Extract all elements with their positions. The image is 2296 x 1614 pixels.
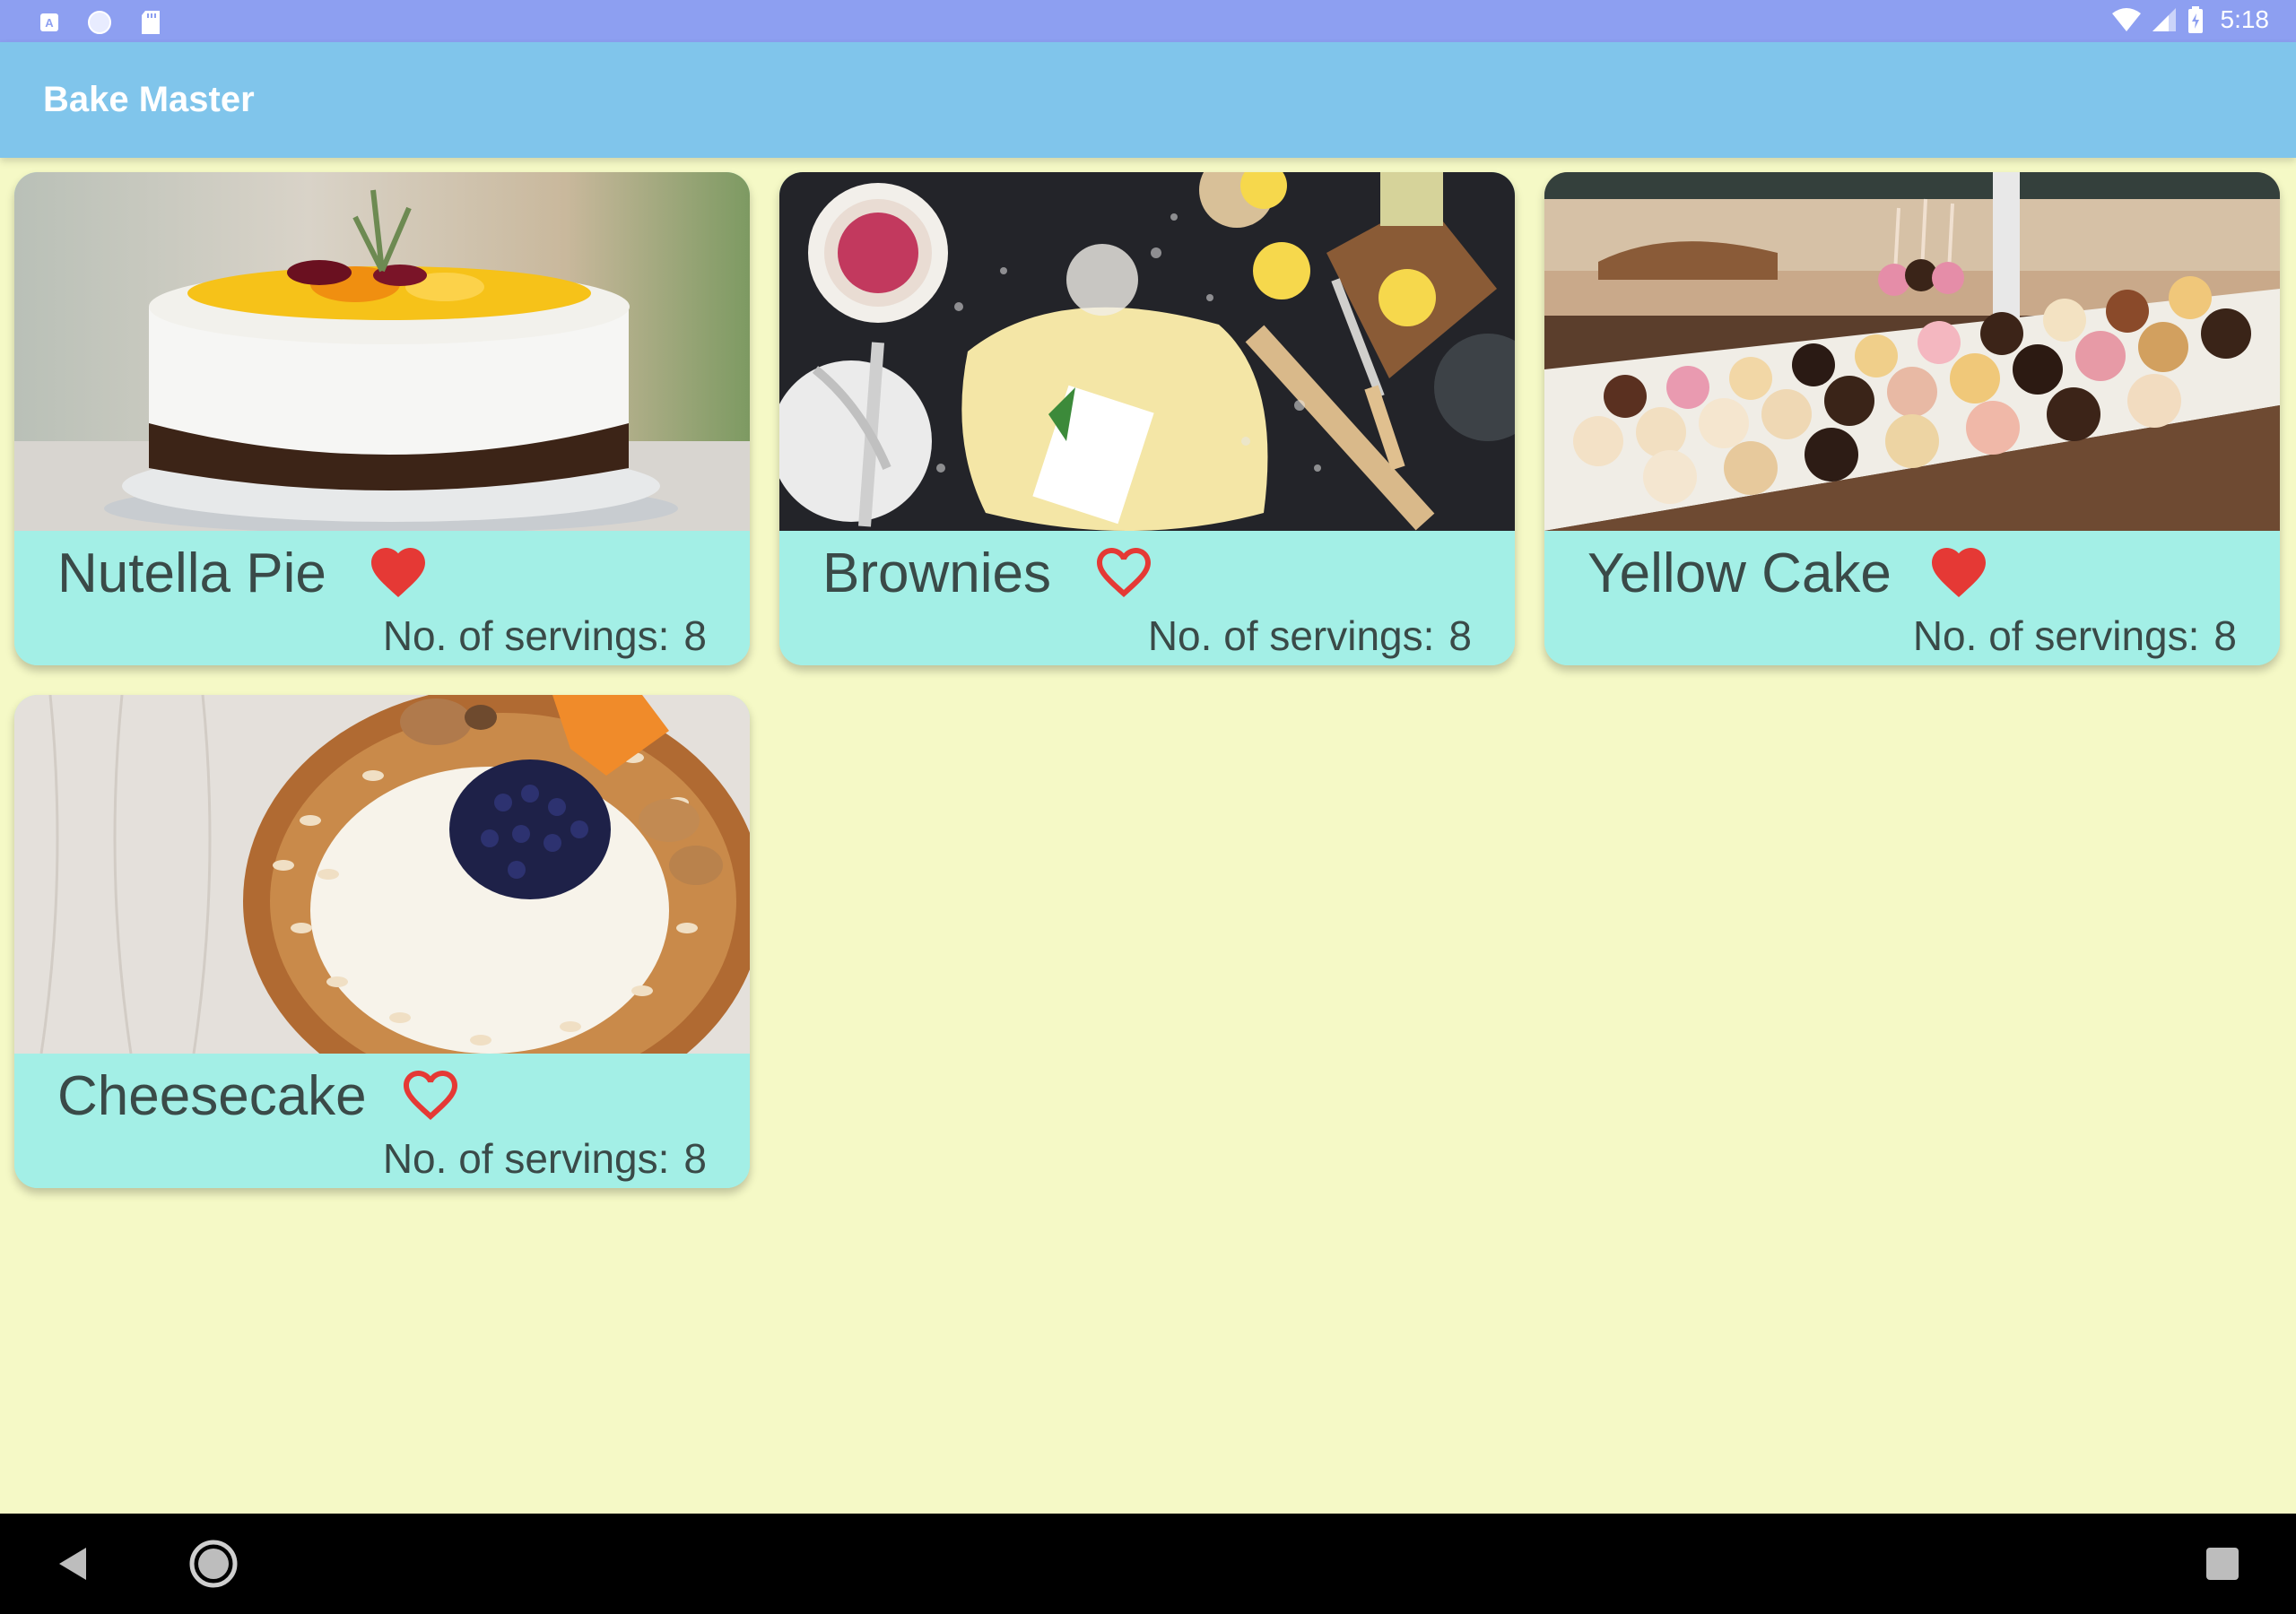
recipe-card[interactable]: Cheesecake No. of servings: 8 <box>14 695 750 1188</box>
recipe-name: Yellow Cake <box>1587 542 1892 604</box>
pastry-display-photo <box>1544 172 2280 531</box>
servings-text: No. of servings: 8 <box>1148 612 1472 660</box>
recents-icon[interactable] <box>2203 1544 2242 1584</box>
servings-label: No. of servings: <box>1147 612 1435 659</box>
app-bar: Bake Master <box>0 42 2296 158</box>
sd-card-icon <box>142 11 160 34</box>
home-icon[interactable] <box>188 1539 239 1589</box>
recipe-card[interactable]: Yellow Cake No. of servings: 8 <box>1544 172 2280 665</box>
baking-table-photo <box>779 172 1515 531</box>
servings-label: No. of servings: <box>1912 612 2200 659</box>
recipe-name: Nutella Pie <box>57 542 326 604</box>
recipe-info: Cheesecake No. of servings: 8 <box>14 1054 750 1188</box>
battery-icon <box>2187 6 2203 33</box>
servings-count: 8 <box>683 1135 707 1182</box>
back-icon[interactable] <box>52 1542 95 1585</box>
servings-label: No. of servings: <box>382 1135 670 1182</box>
status-bar: A 5:18 <box>0 0 2296 42</box>
heart-filled-icon[interactable] <box>1926 540 1991 604</box>
sync-circle-icon <box>88 11 111 34</box>
svg-text:A: A <box>45 16 54 30</box>
servings-count: 8 <box>1448 612 1472 659</box>
servings-count: 8 <box>683 612 707 659</box>
navigation-bar <box>0 1514 2296 1614</box>
status-time: 5:18 <box>2220 5 2270 33</box>
servings-count: 8 <box>2213 612 2237 659</box>
system-icons: 5:18 <box>2111 5 2270 34</box>
cell-signal-icon <box>2152 8 2176 31</box>
notification-icons: A <box>39 9 161 36</box>
servings-text: No. of servings: 8 <box>383 612 707 660</box>
berry-tart-photo <box>14 695 750 1054</box>
servings-text: No. of servings: 8 <box>1913 612 2237 660</box>
wifi-icon <box>2111 8 2141 31</box>
heart-outline-icon[interactable] <box>398 1063 463 1127</box>
cake-photo <box>14 172 750 531</box>
recipe-card[interactable]: Brownies No. of servings: 8 <box>779 172 1515 665</box>
servings-label: No. of servings: <box>382 612 670 659</box>
recipe-card[interactable]: Nutella Pie No. of servings: 8 <box>14 172 750 665</box>
recipe-name: Brownies <box>822 542 1051 604</box>
recipe-name: Cheesecake <box>57 1065 367 1127</box>
recipe-info: Brownies No. of servings: 8 <box>779 531 1515 665</box>
servings-text: No. of servings: 8 <box>383 1134 707 1183</box>
app-title: Bake Master <box>43 80 255 119</box>
heart-filled-icon[interactable] <box>366 540 430 604</box>
keyboard-a-icon: A <box>40 13 58 31</box>
recipe-info: Yellow Cake No. of servings: 8 <box>1544 531 2280 665</box>
heart-outline-icon[interactable] <box>1091 540 1156 604</box>
recipe-info: Nutella Pie No. of servings: 8 <box>14 531 750 665</box>
